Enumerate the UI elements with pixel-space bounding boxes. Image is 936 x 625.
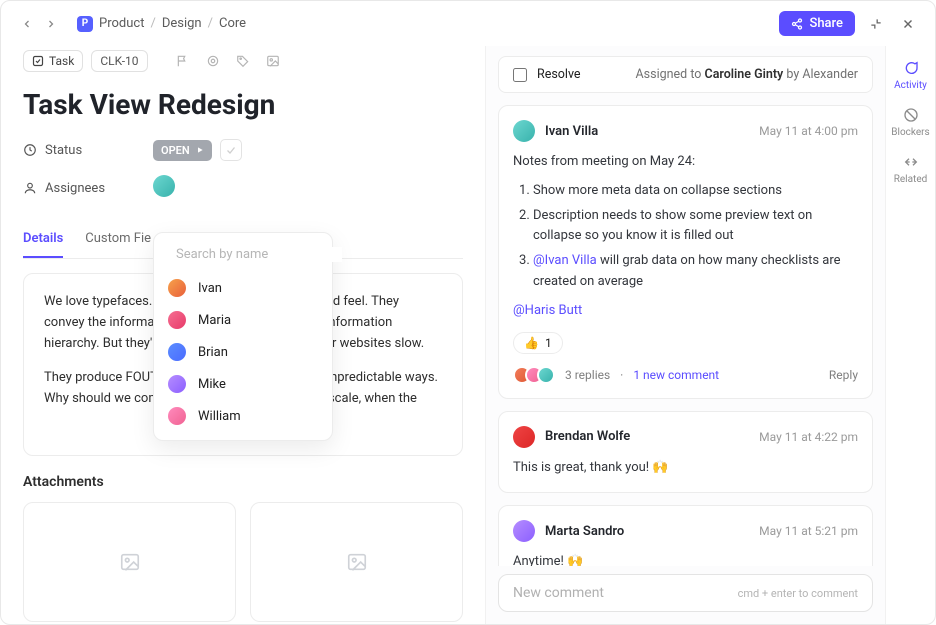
close-button[interactable] — [897, 13, 919, 35]
comment: Brendan Wolfe May 11 at 4:22 pm This is … — [498, 411, 873, 494]
share-button[interactable]: Share — [779, 11, 855, 36]
tab-custom-fields[interactable]: Custom Fie — [85, 223, 151, 258]
assignee-avatar[interactable] — [153, 175, 175, 197]
play-icon — [196, 146, 204, 154]
rail-blockers[interactable]: Blockers — [891, 107, 929, 138]
assignee-option-william[interactable]: William — [154, 400, 332, 432]
rail-related[interactable]: Related — [894, 154, 928, 185]
nav-back-button[interactable] — [17, 14, 37, 34]
person-icon — [23, 181, 37, 195]
flag-button[interactable] — [172, 50, 194, 72]
comment: Ivan Villa May 11 at 4:00 pm Notes from … — [498, 105, 873, 399]
comment: Marta Sandro May 11 at 5:21 pm Anytime! … — [498, 505, 873, 566]
composer-hint: cmd + enter to comment — [738, 587, 858, 600]
attachment-tile[interactable] — [23, 502, 236, 622]
comment-time: May 11 at 4:00 pm — [759, 124, 858, 138]
resolve-bar: Resolve Assigned to Caroline Ginty by Al… — [498, 56, 873, 93]
tag-button[interactable] — [232, 50, 254, 72]
status-complete-button[interactable] — [220, 139, 242, 161]
reply-avatars — [513, 366, 555, 384]
assignee-option-brian[interactable]: Brian — [154, 336, 332, 368]
status-icon — [23, 143, 37, 157]
avatar — [513, 520, 535, 542]
status-value-pill[interactable]: OPEN — [153, 140, 212, 161]
page-title: Task View Redesign — [23, 88, 463, 121]
nav-forward-button[interactable] — [41, 14, 61, 34]
avatar — [168, 343, 186, 361]
comment-time: May 11 at 5:21 pm — [759, 524, 858, 538]
resolve-checkbox[interactable] — [513, 68, 527, 82]
chat-icon — [903, 60, 919, 76]
resolve-label: Resolve — [537, 67, 581, 82]
comment-list-item: Description needs to show some preview t… — [533, 206, 858, 248]
assignee-option-mike[interactable]: Mike — [154, 368, 332, 400]
avatar — [168, 311, 186, 329]
avatar — [513, 426, 535, 448]
mention[interactable]: @Haris Butt — [513, 303, 582, 318]
breadcrumb-root[interactable]: Product — [99, 16, 144, 31]
assignee-option-maria[interactable]: Maria — [154, 304, 332, 336]
comment-time: May 11 at 4:22 pm — [759, 430, 858, 444]
new-comment-indicator[interactable]: 1 new comment — [633, 368, 719, 382]
status-label: Status — [23, 143, 153, 158]
resolve-assignment: Assigned to Caroline Ginty by Alexander — [636, 67, 858, 82]
related-icon — [903, 154, 919, 170]
target-button[interactable] — [202, 50, 224, 72]
task-type-pill[interactable]: Task — [23, 50, 83, 72]
breadcrumb-root-badge: P — [77, 16, 93, 32]
breadcrumb-design[interactable]: Design — [162, 16, 202, 31]
image-placeholder-icon — [346, 551, 368, 573]
image-placeholder-icon — [119, 551, 141, 573]
share-icon — [791, 18, 803, 30]
mention[interactable]: @Ivan Villa — [533, 253, 597, 268]
avatar — [168, 407, 186, 425]
block-icon — [903, 107, 919, 123]
assignee-search-popover: Ivan Maria Brian Mike William — [153, 232, 333, 441]
avatar — [513, 120, 535, 142]
reaction-button[interactable]: 👍1 — [513, 332, 563, 354]
comment-list-item: Show more meta data on collapse sections — [533, 181, 858, 202]
attachments-heading: Attachments — [23, 474, 463, 490]
task-check-icon — [32, 55, 44, 67]
collapse-button[interactable] — [865, 13, 887, 35]
avatar — [168, 279, 186, 297]
comment-author: Brendan Wolfe — [545, 429, 630, 444]
breadcrumb: P Product / Design / Core — [77, 16, 246, 32]
task-id-pill[interactable]: CLK-10 — [91, 50, 147, 72]
assignee-search-input[interactable] — [176, 247, 342, 262]
comment-author: Marta Sandro — [545, 524, 624, 539]
assignee-option-ivan[interactable]: Ivan — [154, 272, 332, 304]
comment-input[interactable] — [513, 585, 738, 601]
comment-composer: cmd + enter to comment — [498, 574, 873, 612]
avatar — [168, 375, 186, 393]
comment-author: Ivan Villa — [545, 124, 598, 139]
image-button[interactable] — [262, 50, 284, 72]
rail-activity[interactable]: Activity — [894, 60, 927, 91]
replies-count[interactable]: 3 replies — [565, 368, 610, 382]
comment-list-item: @Ivan Villa will grab data on how many c… — [533, 251, 858, 293]
attachment-tile[interactable] — [250, 502, 463, 622]
reply-button[interactable]: Reply — [829, 368, 858, 382]
breadcrumb-core[interactable]: Core — [219, 16, 246, 31]
tab-details[interactable]: Details — [23, 223, 63, 258]
assignees-label: Assignees — [23, 181, 153, 196]
